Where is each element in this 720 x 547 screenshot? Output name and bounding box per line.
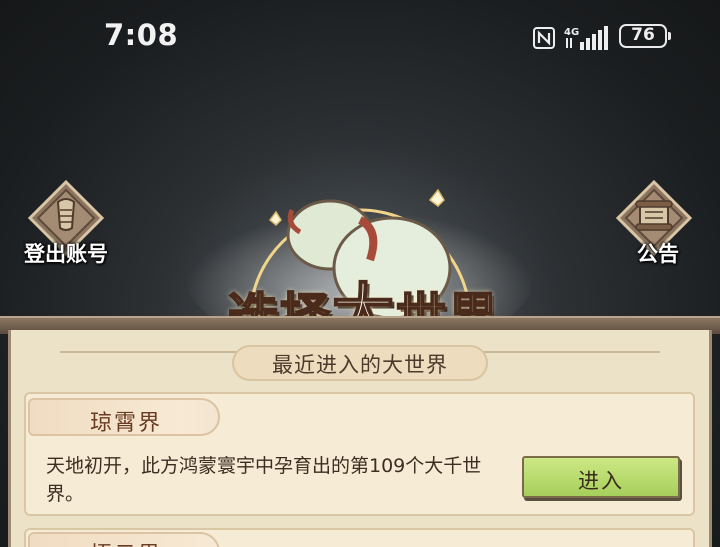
recent-worlds-heading-text: 最近进入的大世界 bbox=[272, 353, 448, 377]
heading-rule-right bbox=[480, 351, 660, 353]
world-name: 悟云界 bbox=[90, 537, 162, 547]
heading-rule-left bbox=[60, 351, 240, 353]
nfc-icon bbox=[533, 27, 555, 49]
network-type-label: 4G bbox=[564, 27, 579, 38]
status-bar: 7:08 4G 76 bbox=[0, 0, 720, 76]
world-description: 天地初开，此方鸿蒙寰宇中孕育出的第109个大千世界。 bbox=[46, 455, 482, 505]
enter-world-button[interactable]: 进入 bbox=[522, 456, 680, 498]
notice-label: 公告 bbox=[637, 242, 679, 266]
logout-button[interactable]: 登出账号 bbox=[16, 180, 116, 280]
battery-level: 76 bbox=[631, 25, 655, 45]
world-name: 琼霄界 bbox=[90, 411, 163, 436]
status-time: 7:08 bbox=[104, 18, 179, 52]
recent-worlds-heading: 最近进入的大世界 bbox=[232, 345, 488, 381]
signal-4g-icon: 4G bbox=[564, 26, 608, 50]
notice-button[interactable]: 公告 bbox=[604, 180, 704, 280]
enter-world-label: 进入 bbox=[578, 469, 624, 493]
logout-label: 登出账号 bbox=[24, 242, 108, 266]
battery-icon: 76 bbox=[619, 24, 671, 48]
world-name-tag: 琼霄界 bbox=[28, 398, 220, 436]
world-name-tag: 悟云界 bbox=[28, 532, 220, 547]
